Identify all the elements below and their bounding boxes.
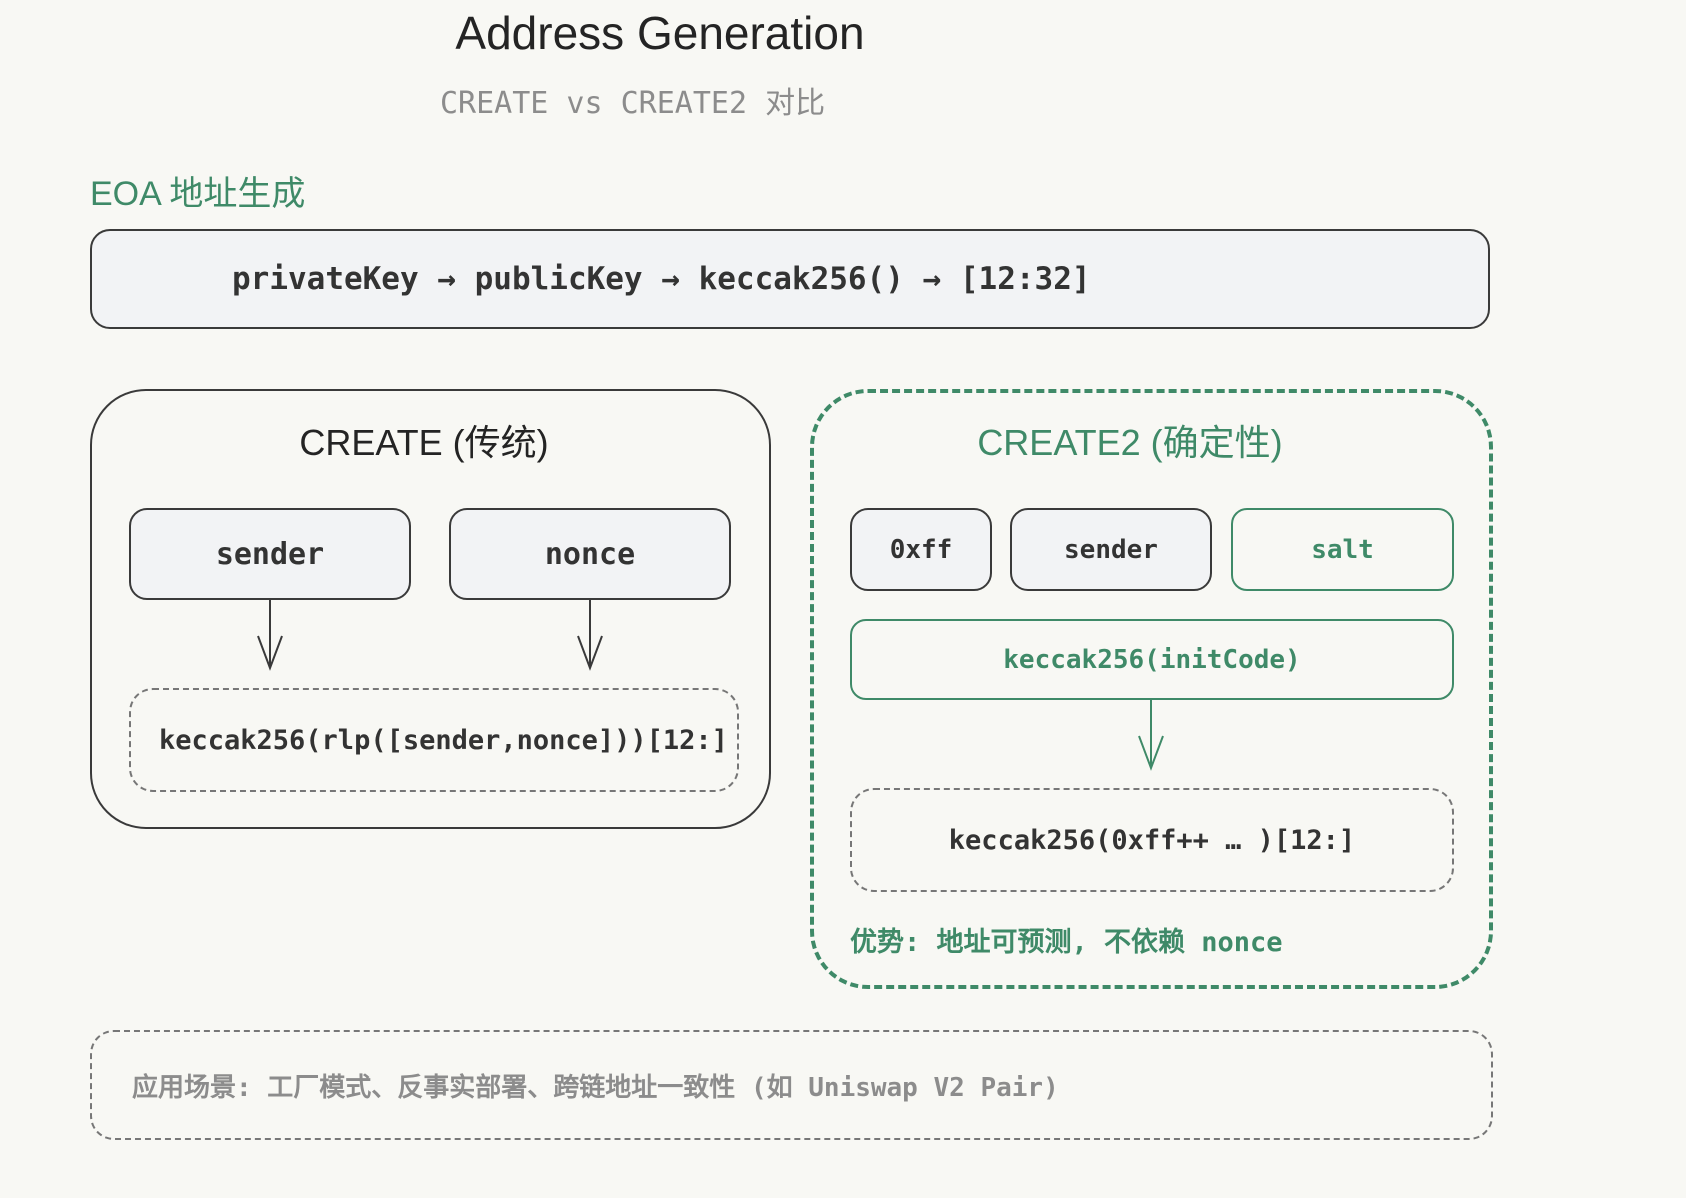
create-nonce-arrow [577, 600, 603, 671]
create2-initcode-arrow [1138, 700, 1164, 771]
flow-arrows [257, 600, 1164, 771]
create-sender-arrow [257, 600, 283, 671]
